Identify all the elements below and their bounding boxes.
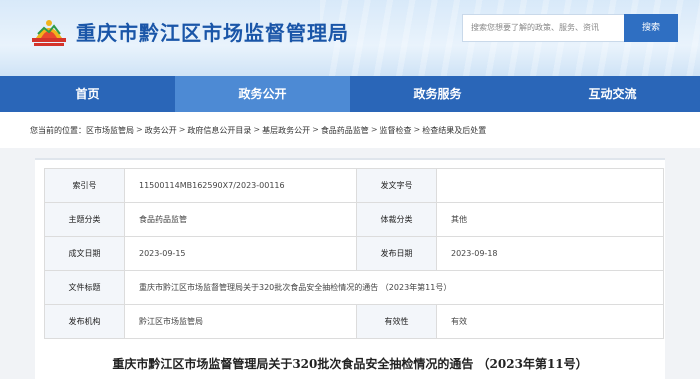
search-button[interactable]: 搜索 <box>624 14 678 42</box>
index-value: 11500114MB162590X7/2023-00116 <box>124 168 357 203</box>
created-date-label: 成文日期 <box>44 236 125 271</box>
published-date-label: 发布日期 <box>356 236 437 271</box>
table-row: 索引号 11500114MB162590X7/2023-00116 发文字号 <box>44 168 664 203</box>
published-date-value: 2023-09-18 <box>436 236 664 271</box>
search-input[interactable]: 搜索您想要了解的政策、服务、资讯 <box>462 14 624 42</box>
breadcrumb-prefix: 您当前的位置： <box>30 126 86 135</box>
table-row: 文件标题 重庆市黔江区市场监督管理局关于320批次食品安全抽检情况的通告 （20… <box>44 270 664 305</box>
breadcrumb-separator: > <box>370 125 378 134</box>
file-title-label: 文件标题 <box>44 270 125 305</box>
table-row: 发布机构 黔江区市场监管局 有效性 有效 <box>44 304 664 339</box>
emblem-logo-icon[interactable] <box>30 14 68 48</box>
breadcrumb-separator: > <box>413 125 421 134</box>
main-nav: 首页 政务公开 政务服务 互动交流 <box>0 76 700 112</box>
breadcrumb-separator: > <box>136 125 143 134</box>
site-header: 重庆市黔江区市场监督管理局 搜索您想要了解的政策、服务、资讯 搜索 <box>0 0 700 76</box>
breadcrumb-link[interactable]: 政府信息公开目录 <box>187 125 251 139</box>
breadcrumb-link[interactable]: 监督检查 <box>380 125 412 139</box>
article-title: 重庆市黔江区市场监督管理局关于320批次食品安全抽检情况的通告 （2023年第1… <box>112 357 588 371</box>
breadcrumb-separator: > <box>312 125 319 134</box>
created-date-value: 2023-09-15 <box>124 236 357 271</box>
table-row: 主题分类 食品药品监管 体裁分类 其他 <box>44 202 664 237</box>
doc-no-label: 发文字号 <box>356 168 437 203</box>
breadcrumb-link[interactable]: 食品药品监管 <box>321 125 369 139</box>
issuer-label: 发布机构 <box>44 304 125 339</box>
file-title-value: 重庆市黔江区市场监督管理局关于320批次食品安全抽检情况的通告 （2023年第1… <box>124 270 664 305</box>
breadcrumb-link[interactable]: 区市场监管局 <box>86 125 134 139</box>
nav-item-home[interactable]: 首页 <box>0 76 175 112</box>
validity-label: 有效性 <box>356 304 437 339</box>
breadcrumb-link[interactable]: 检查结果及后处置 <box>422 125 486 139</box>
breadcrumb: 您当前的位置： 区市场监管局 > 政务公开 > 政府信息公开目录 > 基层政务公… <box>30 125 486 139</box>
site-title[interactable]: 重庆市黔江区市场监督管理局 <box>76 17 349 46</box>
topic-label: 主题分类 <box>44 202 125 237</box>
nav-item-gov-affairs-open[interactable]: 政务公开 <box>175 76 350 112</box>
document-info-table: 索引号 11500114MB162590X7/2023-00116 发文字号 主… <box>44 168 664 339</box>
topic-value: 食品药品监管 <box>124 202 357 237</box>
breadcrumb-separator: > <box>253 125 261 134</box>
table-row: 成文日期 2023-09-15 发布日期 2023-09-18 <box>44 236 664 271</box>
genre-label: 体裁分类 <box>356 202 437 237</box>
breadcrumb-separator: > <box>178 125 186 134</box>
doc-no-value <box>436 168 664 203</box>
nav-item-interaction[interactable]: 互动交流 <box>525 76 700 112</box>
nav-item-gov-services[interactable]: 政务服务 <box>350 76 525 112</box>
breadcrumb-link[interactable]: 政务公开 <box>145 125 177 139</box>
issuer-value: 黔江区市场监管局 <box>124 304 357 339</box>
breadcrumb-link[interactable]: 基层政务公开 <box>262 125 310 139</box>
index-label: 索引号 <box>44 168 125 203</box>
genre-value: 其他 <box>436 202 664 237</box>
validity-value: 有效 <box>436 304 664 339</box>
